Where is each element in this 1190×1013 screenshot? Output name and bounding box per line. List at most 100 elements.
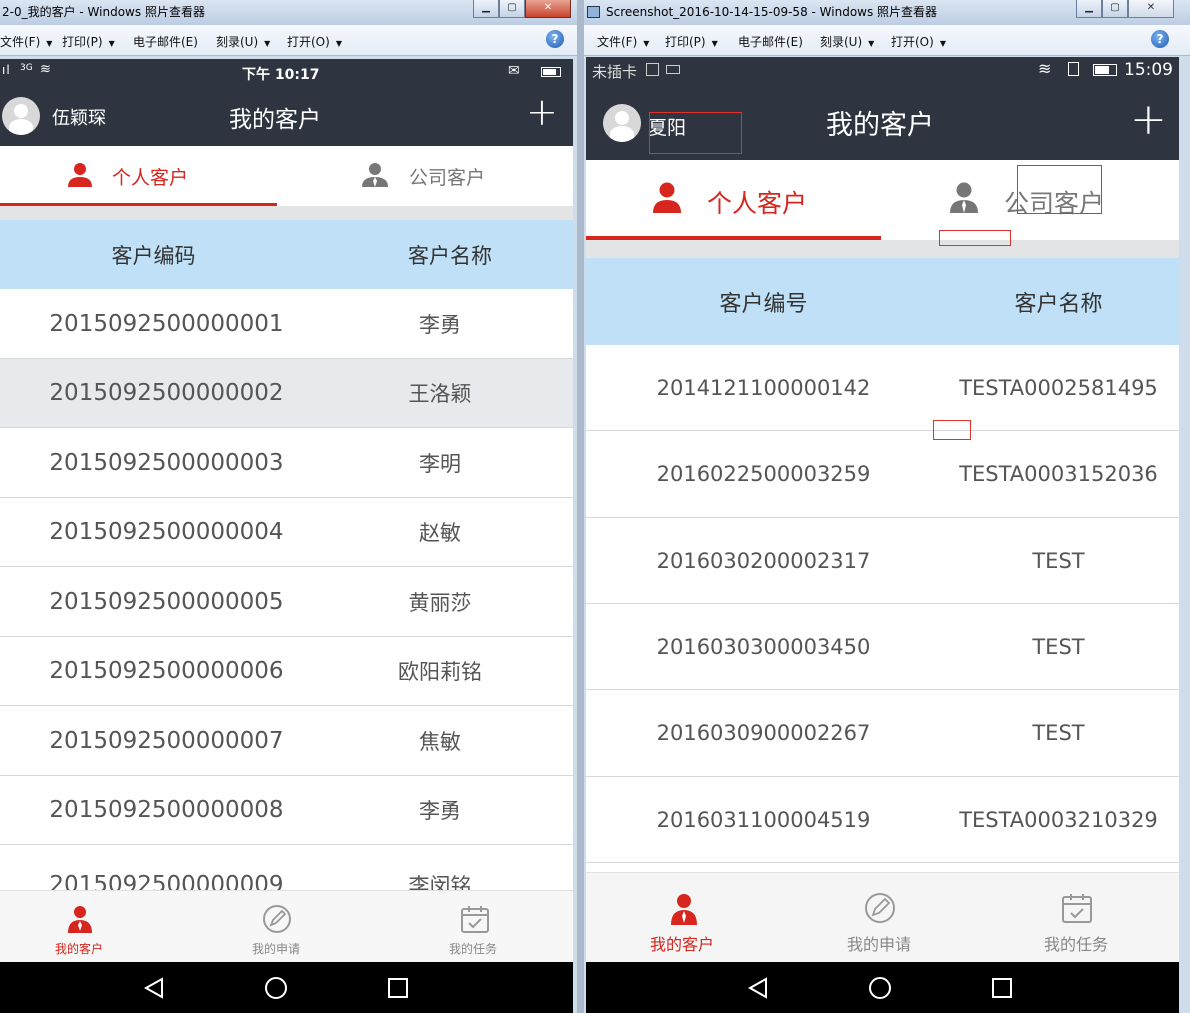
- vibrate-icon: [1068, 62, 1079, 76]
- customer-name: 黄丽莎: [408, 590, 472, 615]
- mail-icon: ✉: [508, 63, 520, 79]
- home-icon[interactable]: [264, 976, 288, 1000]
- menu-email-label: 电子邮件(E): [738, 35, 803, 49]
- user-name: 伍颖琛: [52, 108, 106, 129]
- add-icon[interactable]: +: [526, 90, 558, 134]
- window-title: 2-0_我的客户 - Windows 照片查看器: [2, 5, 205, 19]
- nav-my-applications[interactable]: 我的申请: [784, 873, 982, 962]
- customer-name: 王洛颖: [408, 382, 472, 406]
- table-row[interactable]: 2015092500000002 王洛颖: [0, 359, 573, 428]
- sim-icon: [646, 63, 659, 76]
- table-row[interactable]: 2015092500000004 赵敏: [0, 498, 573, 567]
- maximize-button[interactable]: ▢: [499, 0, 525, 18]
- help-icon[interactable]: ?: [1151, 30, 1169, 48]
- customer-code: 2016030900002267: [656, 721, 871, 745]
- avatar[interactable]: [603, 104, 641, 142]
- table-row[interactable]: 2015092500000006 欧阳莉铭: [0, 637, 573, 706]
- tab-personal-label: 个人客户: [112, 167, 189, 189]
- table-row[interactable]: 2016022500003259 TESTA0003152036: [586, 431, 1179, 518]
- recents-icon[interactable]: [991, 977, 1013, 999]
- tab-bar: 个人客户 公司客户: [0, 146, 573, 206]
- menu-email[interactable]: 电子邮件(E): [738, 33, 803, 50]
- table-row[interactable]: 2015092500000008 李勇: [0, 776, 573, 845]
- window-titlebar: Screenshot_2016-10-14-15-09-58 - Windows…: [584, 0, 1190, 25]
- customer-code: 2016030200002317: [656, 548, 871, 573]
- back-icon[interactable]: [143, 976, 165, 999]
- edit-circle-icon: [262, 904, 292, 934]
- tab-personal-label: 个人客户: [707, 189, 808, 218]
- customer-name: TESTA0003152036: [959, 462, 1158, 486]
- network-type: 3G: [20, 63, 33, 73]
- table-row[interactable]: 2014121100000142 TESTA0002581495: [586, 345, 1179, 431]
- status-bar: ıl 3G ≋ 下午 10:17 ✉: [0, 59, 573, 85]
- menu-email[interactable]: 电子邮件(E): [133, 33, 198, 50]
- system-nav-bar: [0, 962, 573, 1013]
- menu-burn[interactable]: 刻录(U) ▼: [820, 33, 874, 50]
- table-row[interactable]: 2015092500000003 李明: [0, 428, 573, 498]
- recents-icon[interactable]: [387, 977, 409, 999]
- nav-my-tasks[interactable]: 我的任务: [400, 891, 560, 962]
- menu-open[interactable]: 打开(O) ▼: [891, 33, 946, 50]
- dropdown-arrow-icon: ▼: [108, 39, 115, 48]
- menu-print-label: 打印(P): [665, 35, 706, 49]
- menu-print[interactable]: 打印(P) ▼: [665, 33, 718, 50]
- annotation-box-tab-indicator: [939, 230, 1011, 246]
- menu-file[interactable]: 文件(F) ▼: [0, 33, 52, 50]
- close-button[interactable]: ✕: [1128, 0, 1174, 18]
- table-row[interactable]: 2016031100004519 TESTA0003210329: [586, 777, 1179, 863]
- tab-company[interactable]: 公司客户: [277, 146, 573, 206]
- maximize-button[interactable]: ▢: [1102, 0, 1128, 18]
- annotation-box-username: [649, 112, 742, 154]
- person-icon: [652, 182, 682, 214]
- add-icon[interactable]: +: [1130, 95, 1167, 145]
- close-button[interactable]: ✕: [525, 0, 571, 18]
- menu-open[interactable]: 打开(O) ▼: [287, 33, 342, 50]
- avatar[interactable]: [2, 97, 40, 135]
- nav-my-applications[interactable]: 我的申请: [200, 891, 360, 962]
- phone-screen: ıl 3G ≋ 下午 10:17 ✉ 伍颖琛 我的客户 + 个人客户 公司客户 …: [0, 59, 573, 1013]
- clock: 15:09: [1124, 60, 1173, 80]
- table-row[interactable]: 2015092500000007 焦敏: [0, 706, 573, 776]
- menu-print[interactable]: 打印(P) ▼: [62, 33, 115, 50]
- tab-personal[interactable]: 个人客户: [0, 146, 277, 206]
- dropdown-arrow-icon: ▼: [868, 39, 875, 48]
- dropdown-arrow-icon: ▼: [711, 39, 718, 48]
- home-icon[interactable]: [868, 976, 892, 1000]
- back-icon[interactable]: [747, 976, 769, 999]
- separator: [0, 206, 573, 220]
- help-icon[interactable]: ?: [546, 30, 564, 48]
- tab-company-label: 公司客户: [409, 167, 486, 189]
- customer-name: TEST: [1032, 548, 1085, 573]
- nav-my-applications-label: 我的申请: [252, 942, 301, 956]
- table-row[interactable]: 2016030200002317 TEST: [586, 518, 1179, 604]
- nav-my-customers[interactable]: 我的客户: [586, 873, 784, 962]
- nav-my-tasks-label: 我的任务: [449, 942, 498, 956]
- window-title: Screenshot_2016-10-14-15-09-58 - Windows…: [606, 5, 938, 19]
- table-row[interactable]: 2015092500000005 黄丽莎: [0, 567, 573, 637]
- customer-name: TESTA0003210329: [959, 807, 1158, 832]
- menu-burn-label: 刻录(U): [820, 35, 863, 49]
- column-header-code: 客户编号: [719, 291, 808, 317]
- tab-personal[interactable]: 个人客户: [586, 160, 881, 240]
- customer-code: 2015092500000004: [49, 519, 284, 545]
- table-row[interactable]: 2015092500000001 李勇: [0, 289, 573, 359]
- nav-my-customers-label: 我的客户: [650, 935, 715, 954]
- nav-my-tasks-label: 我的任务: [1044, 935, 1109, 954]
- menu-burn[interactable]: 刻录(U) ▼: [216, 33, 270, 50]
- calendar-check-icon: [460, 904, 490, 934]
- menu-file[interactable]: 文件(F) ▼: [597, 33, 649, 50]
- column-header-name: 客户名称: [408, 243, 492, 268]
- customer-code: 2015092500000007: [49, 727, 284, 754]
- system-nav-bar: [586, 962, 1179, 1013]
- dropdown-arrow-icon: ▼: [46, 39, 53, 48]
- minimize-button[interactable]: ▁: [473, 0, 499, 18]
- table-row[interactable]: 2016030300003450 TEST: [586, 604, 1179, 690]
- separator: [586, 240, 1179, 258]
- minimize-button[interactable]: ▁: [1076, 0, 1102, 18]
- customer-code: 2015092500000008: [49, 797, 284, 823]
- nav-my-tasks[interactable]: 我的任务: [982, 873, 1179, 962]
- customer-name: 李勇: [419, 312, 461, 337]
- nav-my-customers[interactable]: 我的客户: [0, 891, 160, 962]
- customer-code: 2016031100004519: [656, 807, 871, 832]
- table-row[interactable]: 2016030900002267 TEST: [586, 690, 1179, 777]
